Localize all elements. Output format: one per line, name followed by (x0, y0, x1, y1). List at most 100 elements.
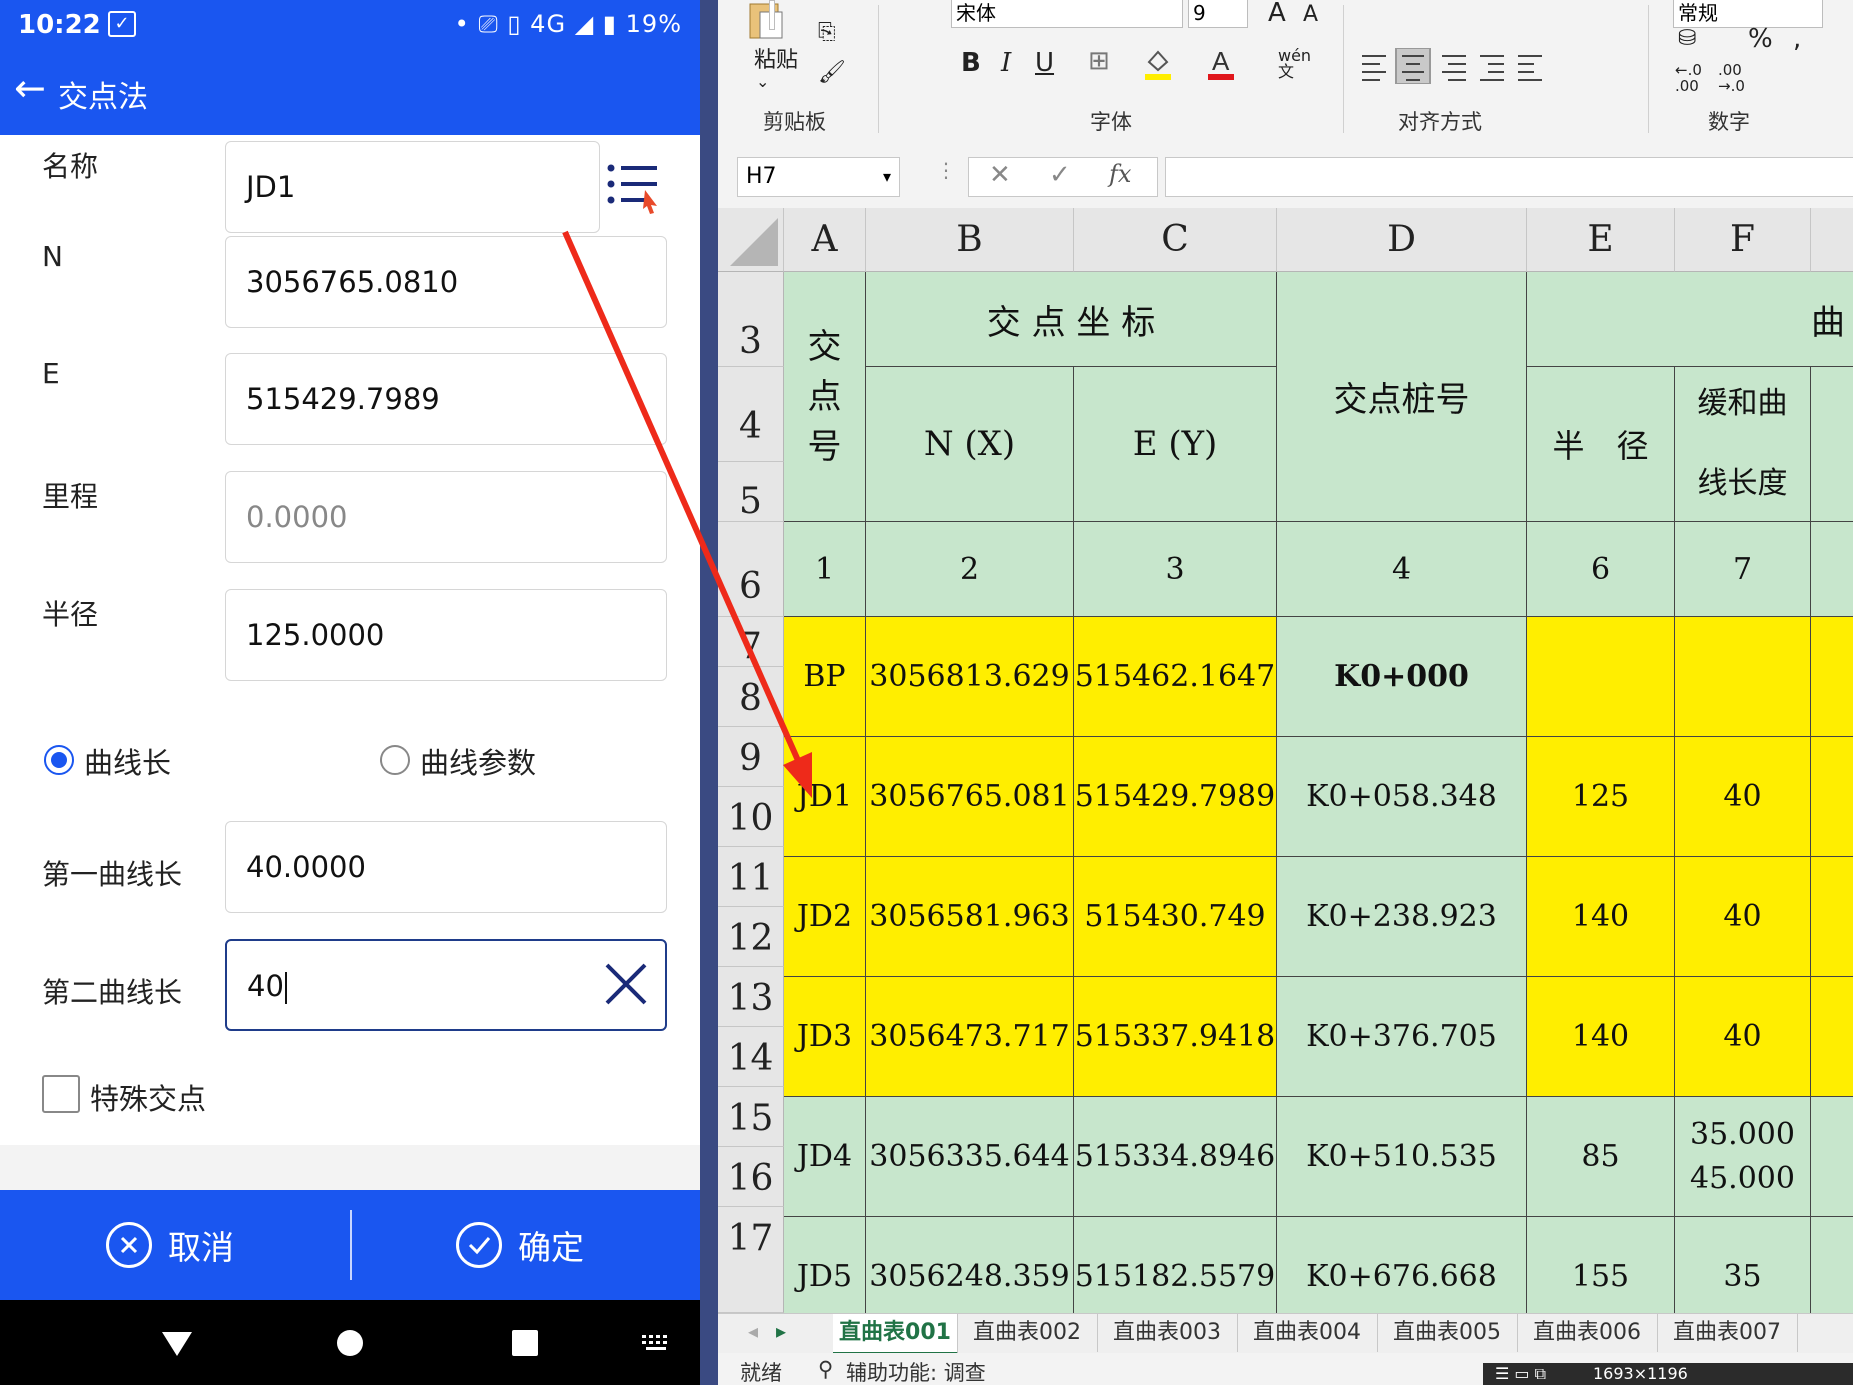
cell-e-row-0[interactable]: 515462.1647 (1074, 617, 1277, 737)
select-all-corner[interactable] (718, 208, 784, 272)
row-header-13[interactable]: 13 (718, 967, 784, 1027)
cell-r-row-3[interactable]: 140 (1527, 977, 1675, 1097)
sheet-tab-005[interactable]: 直曲表005 (1377, 1314, 1518, 1352)
index-6[interactable]: 6 (1527, 522, 1675, 617)
header-jd-no[interactable]: 交点号 (784, 272, 866, 522)
e-field[interactable]: 515429.7989 (225, 353, 667, 445)
bold-icon[interactable]: B (961, 48, 981, 78)
cell-e-row-3[interactable]: 515337.9418 (1074, 977, 1277, 1097)
column-header-c[interactable]: C (1074, 208, 1277, 272)
sheet-tab-001[interactable]: 直曲表001 (833, 1314, 958, 1355)
cell-st-row-2[interactable]: K0+238.923 (1277, 857, 1527, 977)
row-header-6[interactable]: 6 (718, 522, 784, 617)
cell-r-row-1[interactable]: 125 (1527, 737, 1675, 857)
grow-font-icon[interactable]: A (1268, 0, 1286, 28)
sheet-tab-004[interactable]: 直曲表004 (1237, 1314, 1378, 1352)
row-header-5[interactable]: 5 (718, 462, 784, 522)
n-field[interactable]: 3056765.0810 (225, 236, 667, 328)
row-header-10[interactable]: 10 (718, 787, 784, 847)
cell-next-row-3[interactable] (1811, 977, 1853, 1097)
paste-dropdown-icon[interactable]: ⌄ (756, 72, 769, 91)
cell-jd-row-0[interactable]: BP (784, 617, 866, 737)
decrease-decimal-icon[interactable]: .00 →.0 (1718, 62, 1745, 94)
cell-n-row-4[interactable]: 3056335.644 (866, 1097, 1074, 1217)
row-header-17[interactable]: 17 (718, 1207, 784, 1313)
cell-ls-row-4[interactable]: 35.000 45.000 (1675, 1097, 1811, 1217)
header-ey[interactable]: E (Y) (1074, 367, 1277, 522)
formula-input[interactable] (1165, 157, 1853, 197)
row-header-11[interactable]: 11 (718, 847, 784, 907)
header-next[interactable] (1811, 367, 1853, 522)
cell-e-row-2[interactable]: 515430.749 (1074, 857, 1277, 977)
copy-icon[interactable]: ⎘ (818, 20, 836, 45)
cell-ls-row-2[interactable]: 40 (1675, 857, 1811, 977)
cell-st-row-1[interactable]: K0+058.348 (1277, 737, 1527, 857)
header-station[interactable]: 交点桩号 (1277, 272, 1527, 522)
column-header-next[interactable] (1811, 208, 1853, 272)
cell-st-row-0[interactable]: K0+000 (1277, 617, 1527, 737)
row-header-9[interactable]: 9 (718, 727, 784, 787)
paste-label[interactable]: 粘贴 (754, 42, 798, 74)
font-color-icon[interactable]: A (1206, 46, 1236, 82)
header-curve-group[interactable]: 曲 (1527, 272, 1853, 367)
nav-recent-icon[interactable] (510, 1328, 540, 1358)
tab-scroll-right-icon[interactable]: ▸ (776, 1319, 786, 1343)
cell-n-row-0[interactable]: 3056813.629 (866, 617, 1074, 737)
cell-next-row-4[interactable] (1811, 1097, 1853, 1217)
first-curve-field[interactable]: 40.0000 (225, 821, 667, 913)
column-header-b[interactable]: B (866, 208, 1074, 272)
column-header-f[interactable]: F (1675, 208, 1811, 272)
cell-n-row-2[interactable]: 3056581.963 (866, 857, 1074, 977)
name-box[interactable]: H7 ▾ (737, 157, 900, 197)
fill-color-icon[interactable] (1143, 48, 1173, 82)
currency-icon[interactable]: ⛁ (1678, 26, 1696, 51)
row-header-12[interactable]: 12 (718, 907, 784, 967)
font-name-box[interactable]: 宋体 (951, 0, 1183, 28)
format-painter-icon[interactable]: 🖌 (818, 60, 846, 85)
index-4[interactable]: 4 (1277, 522, 1527, 617)
underline-icon[interactable]: U (1035, 48, 1054, 78)
cell-r-row-4[interactable]: 85 (1527, 1097, 1675, 1217)
cell-jd-row-4[interactable]: JD4 (784, 1097, 866, 1217)
sheet-tab-002[interactable]: 直曲表002 (957, 1314, 1098, 1352)
cell-jd-row-2[interactable]: JD2 (784, 857, 866, 977)
confirm-entry-icon[interactable]: ✓ (1049, 160, 1071, 190)
font-size-box[interactable]: 9 (1188, 0, 1248, 28)
confirm-button[interactable]: 确定 (456, 1190, 584, 1300)
column-header-a[interactable]: A (784, 208, 866, 272)
italic-icon[interactable]: I (1001, 48, 1011, 78)
index-next[interactable] (1811, 522, 1853, 617)
point-list-icon[interactable] (605, 160, 665, 215)
alignment-icons[interactable] (1358, 48, 1598, 84)
shrink-font-icon[interactable]: A (1303, 2, 1318, 27)
increase-decimal-icon[interactable]: ←.0.00 (1675, 62, 1702, 94)
sheet-tab-007[interactable]: 直曲表007 (1657, 1314, 1798, 1352)
special-point-checkbox[interactable] (42, 1075, 80, 1113)
name-field[interactable]: JD1 (225, 141, 600, 233)
row-header-16[interactable]: 16 (718, 1147, 784, 1207)
cell-next-row-0[interactable] (1811, 617, 1853, 737)
cell-e-row-4[interactable]: 515334.8946 (1074, 1097, 1277, 1217)
cell-n-row-1[interactable]: 3056765.081 (866, 737, 1074, 857)
sheet-tab-003[interactable]: 直曲表003 (1097, 1314, 1238, 1352)
sheet-tab-006[interactable]: 直曲表006 (1517, 1314, 1658, 1352)
taskbar-icons[interactable]: ☰ ▭ ⧉ (1495, 1363, 1546, 1385)
clear-icon[interactable] (603, 961, 649, 1007)
status-accessibility[interactable]: 辅助功能: 调查 (846, 1357, 986, 1385)
cell-st-row-4[interactable]: K0+510.535 (1277, 1097, 1527, 1217)
mileage-field[interactable]: 0.0000 (225, 471, 667, 563)
index-7[interactable]: 7 (1675, 522, 1811, 617)
cell-jd-row-3[interactable]: JD3 (784, 977, 866, 1097)
tab-scroll-left-icon[interactable]: ◂ (748, 1319, 758, 1343)
column-header-e[interactable]: E (1527, 208, 1675, 272)
comma-icon[interactable]: , (1793, 24, 1801, 54)
cell-r-row-0[interactable] (1527, 617, 1675, 737)
border-icon[interactable]: ⊞ (1088, 46, 1110, 76)
radio-curve-param[interactable] (380, 745, 410, 775)
row-header-3[interactable]: 3 (718, 272, 784, 367)
second-curve-field[interactable]: 40 (225, 939, 667, 1031)
row-header-4[interactable]: 4 (718, 367, 784, 462)
cell-e-row-1[interactable]: 515429.7989 (1074, 737, 1277, 857)
cancel-button[interactable]: 取消 (106, 1190, 234, 1300)
nav-back-icon[interactable] (160, 1330, 194, 1358)
